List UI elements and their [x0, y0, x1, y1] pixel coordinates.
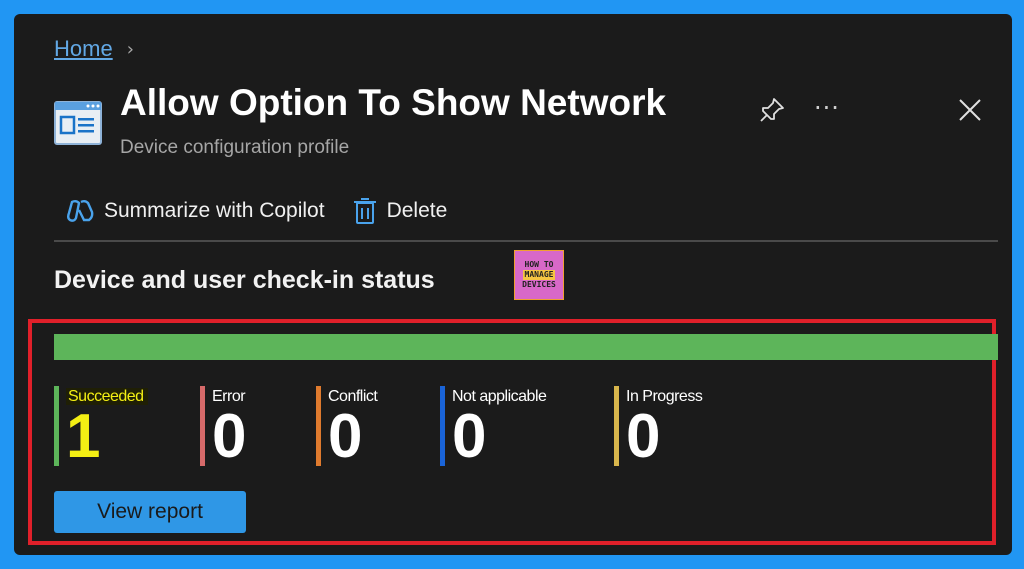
- stat-conflict: Conflict 0: [316, 386, 378, 468]
- stat-conflict-value[interactable]: 0: [328, 406, 377, 468]
- watermark-line3: DEVICES: [522, 280, 556, 289]
- page-title: Allow Option To Show Network: [120, 82, 667, 123]
- delete-button[interactable]: Delete: [353, 197, 448, 225]
- summarize-with-copilot-button[interactable]: Summarize with Copilot: [66, 198, 325, 224]
- breadcrumb-home-link[interactable]: Home: [54, 36, 113, 62]
- stat-not-applicable-value[interactable]: 0: [452, 406, 546, 468]
- watermark-line2: MANAGE: [522, 270, 556, 280]
- header-divider: [54, 240, 998, 242]
- trash-icon: [353, 198, 376, 224]
- status-progress-bar: [54, 334, 998, 360]
- stat-error-value[interactable]: 0: [212, 406, 246, 468]
- close-icon[interactable]: [956, 96, 984, 124]
- copilot-icon: [67, 200, 94, 222]
- stat-succeeded-value[interactable]: 1: [66, 406, 148, 468]
- view-report-button[interactable]: View report: [54, 491, 246, 533]
- delete-label: Delete: [386, 199, 448, 222]
- stat-succeeded-bar: [54, 386, 59, 466]
- stat-error-bar: [200, 386, 205, 466]
- more-options-button[interactable]: ···: [814, 94, 840, 122]
- stat-in-progress-value[interactable]: 0: [626, 406, 702, 468]
- breadcrumb: Home ›: [54, 36, 134, 62]
- profile-panel: Home › Allow Option To Show Network Devi…: [14, 14, 1012, 555]
- stat-not-applicable-bar: [440, 386, 445, 466]
- watermark-line1: HOW TO: [524, 260, 554, 269]
- command-bar: Summarize with Copilot Delete: [66, 197, 475, 225]
- watermark-logo: HOW TO MANAGE DEVICES: [514, 250, 564, 300]
- stat-error: Error 0: [200, 386, 246, 468]
- stat-in-progress: In Progress 0: [614, 386, 703, 468]
- chevron-right-icon: ›: [126, 38, 134, 60]
- stat-succeeded: Succeeded 1: [54, 386, 148, 468]
- stat-conflict-bar: [316, 386, 321, 466]
- summarize-with-copilot-label: Summarize with Copilot: [104, 199, 325, 222]
- pin-icon[interactable]: [758, 96, 786, 124]
- page-subtitle: Device configuration profile: [120, 137, 350, 158]
- profile-icon: [54, 101, 102, 145]
- stat-in-progress-bar: [614, 386, 619, 466]
- stat-not-applicable: Not applicable 0: [440, 386, 547, 468]
- section-title: Device and user check-in status: [54, 266, 435, 294]
